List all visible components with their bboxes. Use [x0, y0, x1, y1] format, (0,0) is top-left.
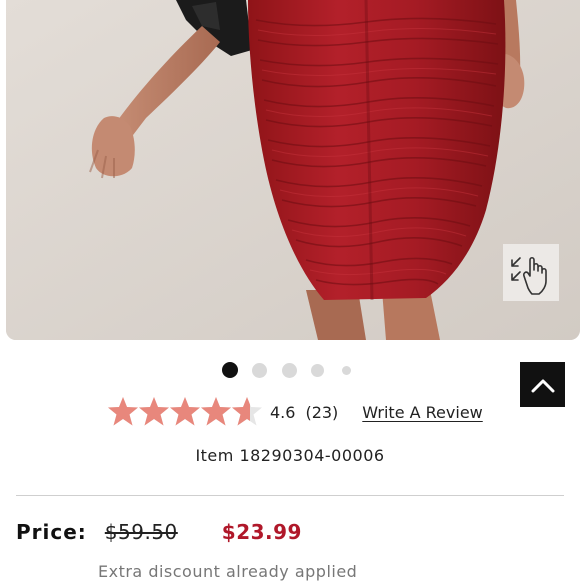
- gallery-dot-2[interactable]: [252, 363, 267, 378]
- gallery-dot-5[interactable]: [342, 366, 351, 375]
- product-photo: [6, 0, 580, 340]
- product-image[interactable]: [6, 0, 580, 340]
- item-number: Item 18290304-00006: [195, 446, 385, 465]
- discount-note: Extra discount already applied: [98, 562, 358, 581]
- original-price: $59.50: [104, 520, 178, 544]
- gallery-dot-1[interactable]: [222, 362, 238, 378]
- rating-value: 4.6: [270, 402, 296, 422]
- rating-row: 4.6 (23) Write A Review: [108, 393, 483, 431]
- rating-stars: [108, 396, 264, 428]
- gallery-dot-3[interactable]: [282, 363, 297, 378]
- price-row: Price: $59.50 $23.99: [16, 520, 302, 544]
- gallery-dot-4[interactable]: [311, 364, 324, 377]
- back-to-top-button[interactable]: [520, 362, 565, 407]
- star-rating-icon: [108, 397, 262, 426]
- sale-price: $23.99: [221, 520, 302, 544]
- zoom-button[interactable]: [503, 244, 559, 301]
- divider: [16, 495, 564, 496]
- write-review-link[interactable]: Write A Review: [362, 403, 482, 422]
- price-label: Price:: [16, 520, 87, 544]
- gallery-pagination: [0, 362, 580, 378]
- review-count[interactable]: (23): [305, 403, 338, 422]
- chevron-up-icon: [531, 379, 554, 392]
- tap-zoom-icon: [511, 256, 547, 295]
- star-fill: [108, 397, 250, 426]
